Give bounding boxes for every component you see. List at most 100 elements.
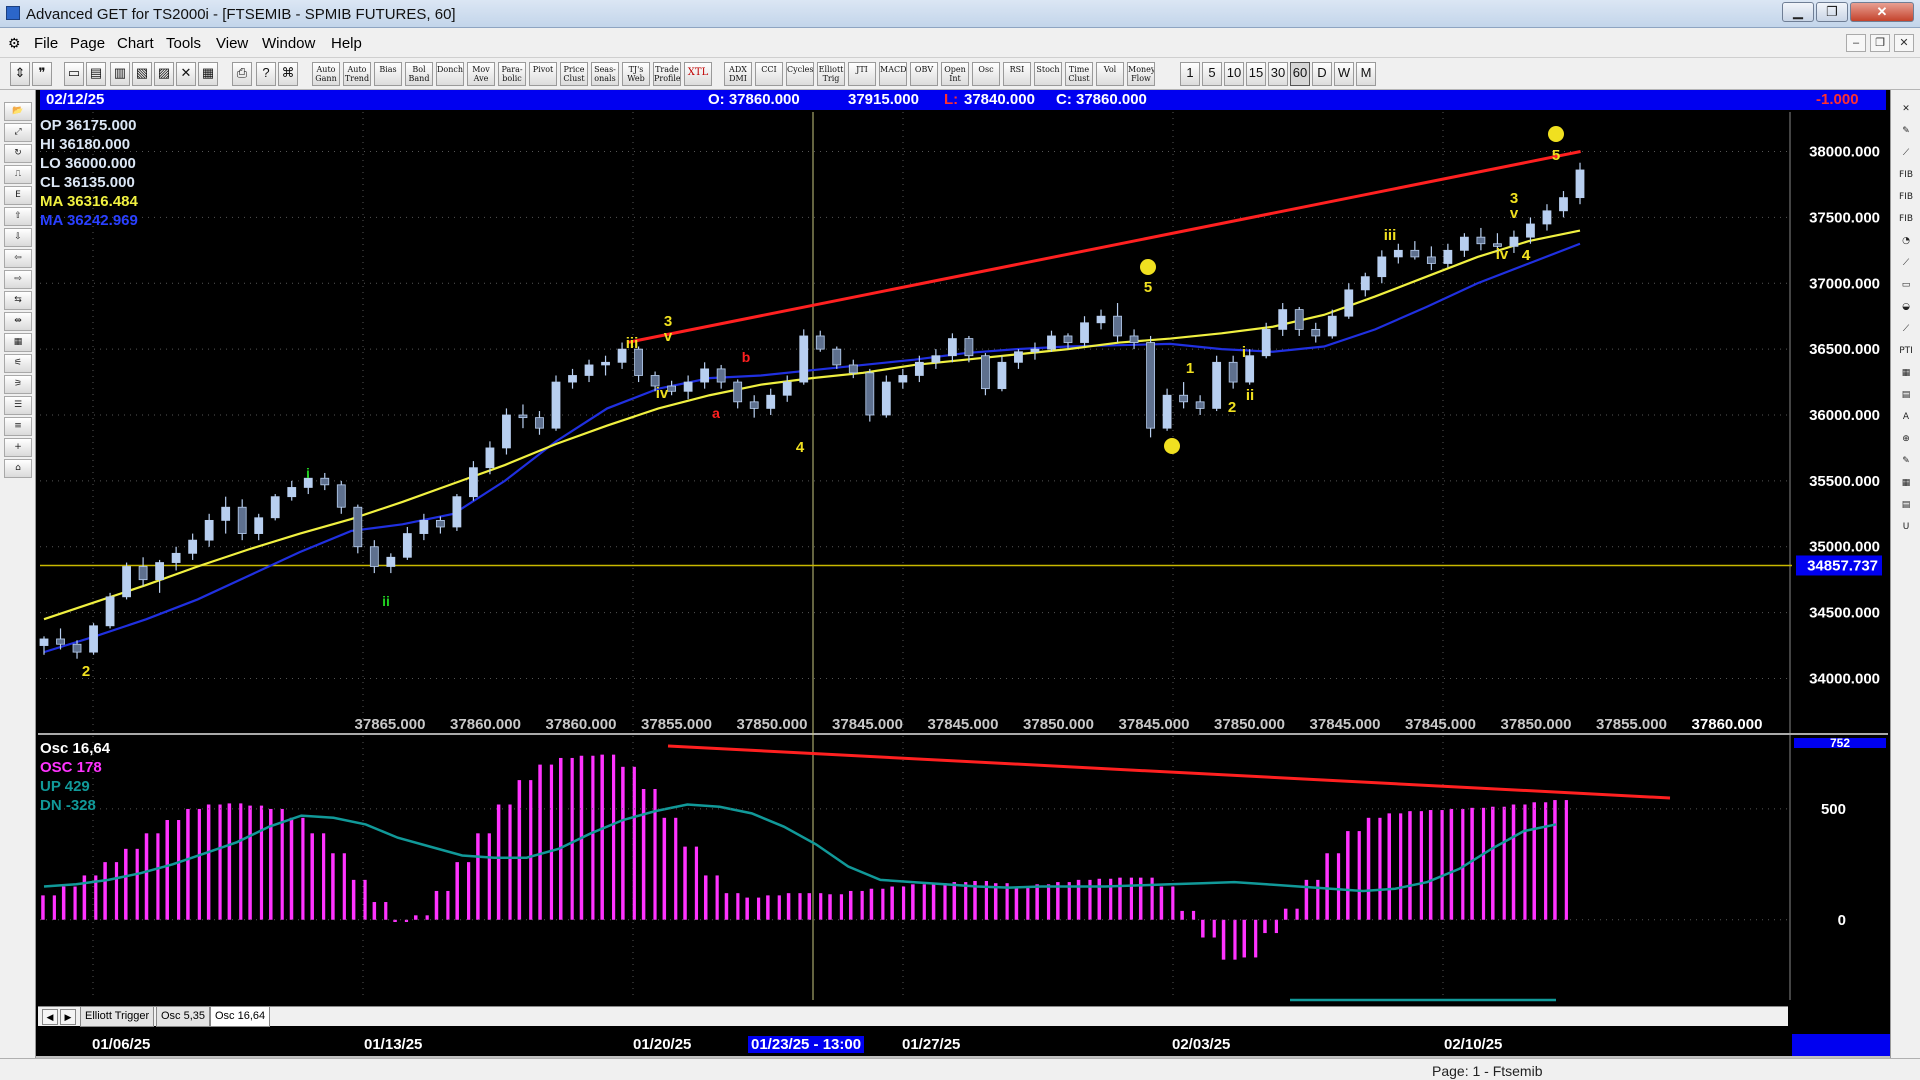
osc-bar (1399, 813, 1403, 920)
magnet-icon[interactable]: U (1894, 518, 1918, 537)
candle-body (634, 348, 643, 376)
ellipse-icon[interactable]: ◒ (1894, 298, 1918, 317)
candle (1559, 191, 1568, 218)
osc-bar (641, 788, 646, 920)
tab-osc-16-64[interactable]: Osc 16,64 (210, 1007, 271, 1027)
candle (171, 546, 181, 571)
candle (1245, 349, 1255, 385)
candle-body (221, 506, 231, 521)
candle (89, 623, 98, 655)
osc-bar (124, 848, 128, 920)
osc-bar (777, 895, 781, 920)
date-label: 01/13/25 (364, 1036, 423, 1053)
osc-bar (1357, 831, 1361, 920)
candle (749, 395, 759, 418)
osc-bar (103, 862, 107, 920)
osc-bar (259, 805, 264, 920)
candle (997, 355, 1007, 392)
trend-line-icon[interactable]: ⟋ (1894, 254, 1918, 273)
candle-body (931, 355, 941, 363)
list-icon[interactable]: ▤ (1894, 496, 1918, 515)
pti-icon[interactable]: PTI (1894, 342, 1918, 361)
candle (1476, 227, 1486, 251)
text-icon[interactable]: A (1894, 408, 1918, 427)
grid-icon[interactable]: ▦ (1894, 364, 1918, 383)
osc-bar (1440, 810, 1444, 920)
candle-body (435, 519, 445, 528)
candle (1542, 204, 1552, 231)
fib-retrace-icon[interactable]: FIB (1894, 166, 1918, 185)
ray-icon[interactable]: ⟋ (1894, 320, 1918, 339)
candle-body (1195, 401, 1205, 409)
osc-bar (1470, 807, 1474, 920)
candle (1146, 335, 1155, 438)
candle-body (1459, 236, 1469, 251)
candle-body (1162, 394, 1172, 429)
tab-scroll-right[interactable]: ▶ (60, 1009, 76, 1025)
osc-bar (1419, 811, 1423, 920)
candle (402, 526, 412, 560)
osc-bar (508, 804, 512, 920)
candle (782, 375, 792, 402)
candle (881, 375, 891, 418)
candle-body (336, 484, 346, 508)
fib-time-icon[interactable]: FIB (1894, 210, 1918, 229)
rectangle-icon[interactable]: ▭ (1894, 276, 1918, 295)
candle (815, 330, 825, 352)
osc-bar (931, 883, 936, 920)
osc-bar (1201, 919, 1205, 938)
osc-divergence-trendline[interactable] (667, 744, 1671, 800)
osc-bar (61, 886, 66, 920)
candle-body (469, 467, 478, 498)
bottom-value-label: 37845.000 (1405, 716, 1476, 733)
candle-body (171, 552, 181, 563)
candle-body (56, 638, 65, 645)
elliott-wave-label: 1 (1186, 360, 1194, 377)
resistance-trendline[interactable] (626, 150, 1581, 345)
gann-box-icon[interactable]: ▦ (1894, 474, 1918, 493)
osc-bar (1274, 919, 1278, 934)
tab-scroll-left[interactable]: ◀ (42, 1009, 58, 1025)
elliott-wave-label: v (1510, 205, 1519, 222)
candle (469, 461, 478, 501)
candle (270, 494, 280, 521)
zoom-icon[interactable]: ⊕ (1894, 430, 1918, 449)
osc-bar (1346, 831, 1350, 920)
osc-bar (559, 757, 563, 920)
osc-bar (819, 893, 823, 920)
candle-body (1245, 355, 1255, 383)
circle-icon[interactable]: ◔ (1894, 232, 1918, 251)
candle-body (782, 381, 792, 396)
osc-bar (1097, 878, 1102, 920)
candle-body (1096, 315, 1106, 324)
osc-bar (342, 853, 346, 920)
osc-bar (653, 788, 657, 920)
price-tick-label: 37500.000 (1809, 209, 1880, 226)
candle (931, 349, 941, 369)
oscillator-bars (41, 754, 1568, 960)
candle-body (667, 385, 677, 392)
candle-body (1063, 335, 1073, 343)
fib-extension-icon[interactable]: FIB (1894, 188, 1918, 207)
osc-bar (756, 897, 761, 920)
candle-body (1410, 249, 1420, 258)
table-icon[interactable]: ▤ (1894, 386, 1918, 405)
candle-body (287, 487, 297, 498)
candle (1294, 306, 1304, 336)
candle-body (1377, 256, 1387, 278)
bottom-value-label: 37860.000 (546, 716, 617, 733)
osc-bar (703, 875, 708, 920)
cursor-icon[interactable]: ✕ (1894, 100, 1918, 119)
candle-body (1559, 197, 1568, 212)
pencil-icon[interactable]: ✎ (1894, 122, 1918, 141)
osc-dn: DN -328 (40, 797, 96, 814)
tab-osc-5-35[interactable]: Osc 5,35 (156, 1007, 211, 1027)
line-icon[interactable]: ⟋ (1894, 144, 1918, 163)
tab-elliott-trigger[interactable]: Elliott Trigger (80, 1007, 155, 1027)
date-label: 01/06/25 (92, 1036, 151, 1053)
bottom-value-label: 37855.000 (1596, 716, 1667, 733)
osc-bar (1109, 878, 1113, 920)
candle-body (568, 375, 577, 383)
eraser-icon[interactable]: ✎ (1894, 452, 1918, 471)
candle (683, 375, 693, 400)
